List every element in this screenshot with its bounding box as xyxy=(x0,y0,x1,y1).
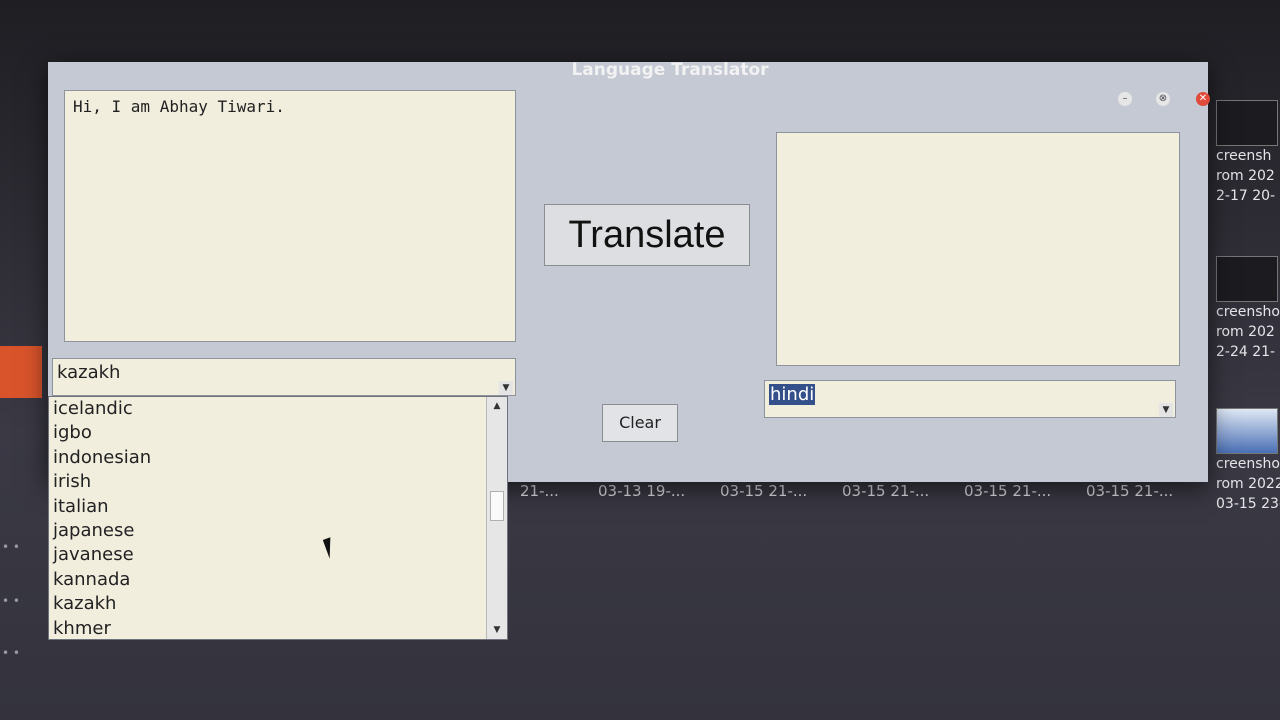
output-textarea[interactable] xyxy=(776,132,1180,366)
source-language-value: kazakh xyxy=(57,362,121,383)
maximize-icon[interactable]: ⊗ xyxy=(1156,92,1170,106)
dropdown-scrollbar[interactable]: ▲ ▼ xyxy=(486,397,507,639)
window-title: Language Translator xyxy=(571,60,769,80)
list-item[interactable]: indonesian xyxy=(49,446,507,470)
close-icon[interactable]: ✕ xyxy=(1196,92,1210,106)
minimize-icon[interactable]: – xyxy=(1118,92,1132,106)
file-label[interactable]: 21-... xyxy=(520,482,598,506)
list-item[interactable]: icelandic xyxy=(49,397,507,421)
scrollbar-thumb[interactable] xyxy=(490,491,504,521)
file-caption: rom 202 xyxy=(1216,168,1275,184)
source-language-dropdown[interactable]: icelandic igbo indonesian irish italian … xyxy=(48,396,508,640)
list-item[interactable]: kazakh xyxy=(49,592,507,616)
file-label[interactable]: 03-15 21-... xyxy=(964,482,1086,506)
desktop-file-2[interactable]: creensho rom 202 2-24 21- xyxy=(1216,256,1280,362)
chevron-down-icon[interactable]: ▼ xyxy=(1159,403,1173,417)
list-item[interactable]: khmer xyxy=(49,617,507,641)
dock-active-item[interactable] xyxy=(0,346,42,398)
dock-dots: • • xyxy=(2,646,20,660)
translate-button[interactable]: Translate xyxy=(544,204,750,266)
file-caption: rom 202 xyxy=(1216,324,1275,340)
list-item[interactable]: italian xyxy=(49,495,507,519)
file-label[interactable]: 03-15 21-... xyxy=(1086,482,1208,506)
file-label[interactable]: 03-15 21-... xyxy=(720,482,842,506)
target-language-select[interactable]: hindi ▼ xyxy=(764,380,1176,418)
clear-button[interactable]: Clear xyxy=(602,404,678,442)
file-thumbnail xyxy=(1216,408,1278,454)
file-caption: creensh xyxy=(1216,148,1272,164)
file-thumbnail xyxy=(1216,100,1278,146)
target-language-value: hindi xyxy=(769,384,816,405)
file-caption: 2-17 20- xyxy=(1216,188,1276,204)
list-item[interactable]: igbo xyxy=(49,421,507,445)
file-label[interactable]: 03-15 21-... xyxy=(842,482,964,506)
scroll-down-icon[interactable]: ▼ xyxy=(490,623,504,637)
list-item[interactable]: kannada xyxy=(49,568,507,592)
desktop-file-labels: 21-... 03-13 19-... 03-15 21-... 03-15 2… xyxy=(520,482,1280,506)
list-item[interactable]: javanese xyxy=(49,543,507,567)
input-textarea[interactable]: Hi, I am Abhay Tiwari. xyxy=(64,90,516,342)
list-item[interactable]: irish xyxy=(49,470,507,494)
scroll-up-icon[interactable]: ▲ xyxy=(490,399,504,413)
file-thumbnail xyxy=(1216,256,1278,302)
file-label[interactable]: 03-13 19-... xyxy=(598,482,720,506)
desktop-file-1[interactable]: creensh rom 202 2-17 20- xyxy=(1216,100,1280,206)
chevron-down-icon[interactable]: ▼ xyxy=(499,381,513,395)
file-caption: creensho xyxy=(1216,304,1280,320)
source-language-select[interactable]: kazakh ▼ xyxy=(52,358,516,396)
file-caption: 2-24 21- xyxy=(1216,344,1276,360)
list-item[interactable]: japanese xyxy=(49,519,507,543)
dock-dots: • • xyxy=(2,594,20,608)
dock-dots: • • xyxy=(2,540,20,554)
file-caption: creensho xyxy=(1216,456,1280,472)
